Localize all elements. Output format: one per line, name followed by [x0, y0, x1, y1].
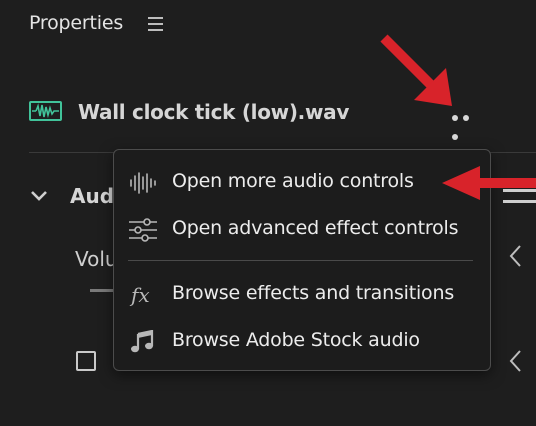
menu-item-browse-stock-audio[interactable]: Browse Adobe Stock audio — [114, 322, 490, 362]
menu-item-label: Open more audio controls — [172, 170, 414, 192]
context-menu: Open more audio controls Open advanced e… — [113, 149, 491, 371]
file-name: Wall clock tick (low).wav — [78, 100, 350, 124]
menu-item-browse-effects[interactable]: fx Browse effects and transitions — [114, 275, 490, 315]
menu-item-label: Browse effects and transitions — [172, 282, 455, 304]
menu-separator — [128, 260, 473, 261]
menu-item-label: Browse Adobe Stock audio — [172, 329, 420, 351]
chevron-down-icon[interactable] — [30, 183, 48, 207]
sliders-icon — [128, 218, 158, 242]
menu-item-label: Open advanced effect controls — [172, 217, 459, 239]
bypass-checkbox[interactable] — [76, 351, 96, 371]
music-note-icon — [128, 329, 158, 354]
volume-label: Volu — [75, 247, 118, 271]
menu-item-open-audio-controls[interactable]: Open more audio controls — [114, 163, 490, 203]
audio-levels-icon — [128, 171, 158, 195]
hamburger-icon[interactable] — [148, 17, 163, 35]
chevron-left-icon[interactable] — [508, 244, 522, 274]
annotation-arrow-icon — [442, 166, 536, 200]
fx-icon: fx — [128, 283, 158, 307]
menu-item-open-effect-controls[interactable]: Open advanced effect controls — [114, 210, 490, 250]
panel-title: Properties — [29, 12, 124, 34]
audio-waveform-icon — [29, 101, 62, 121]
annotation-arrow-icon — [380, 34, 452, 106]
svg-text:fx: fx — [129, 283, 150, 307]
chevron-left-icon[interactable] — [508, 349, 522, 379]
